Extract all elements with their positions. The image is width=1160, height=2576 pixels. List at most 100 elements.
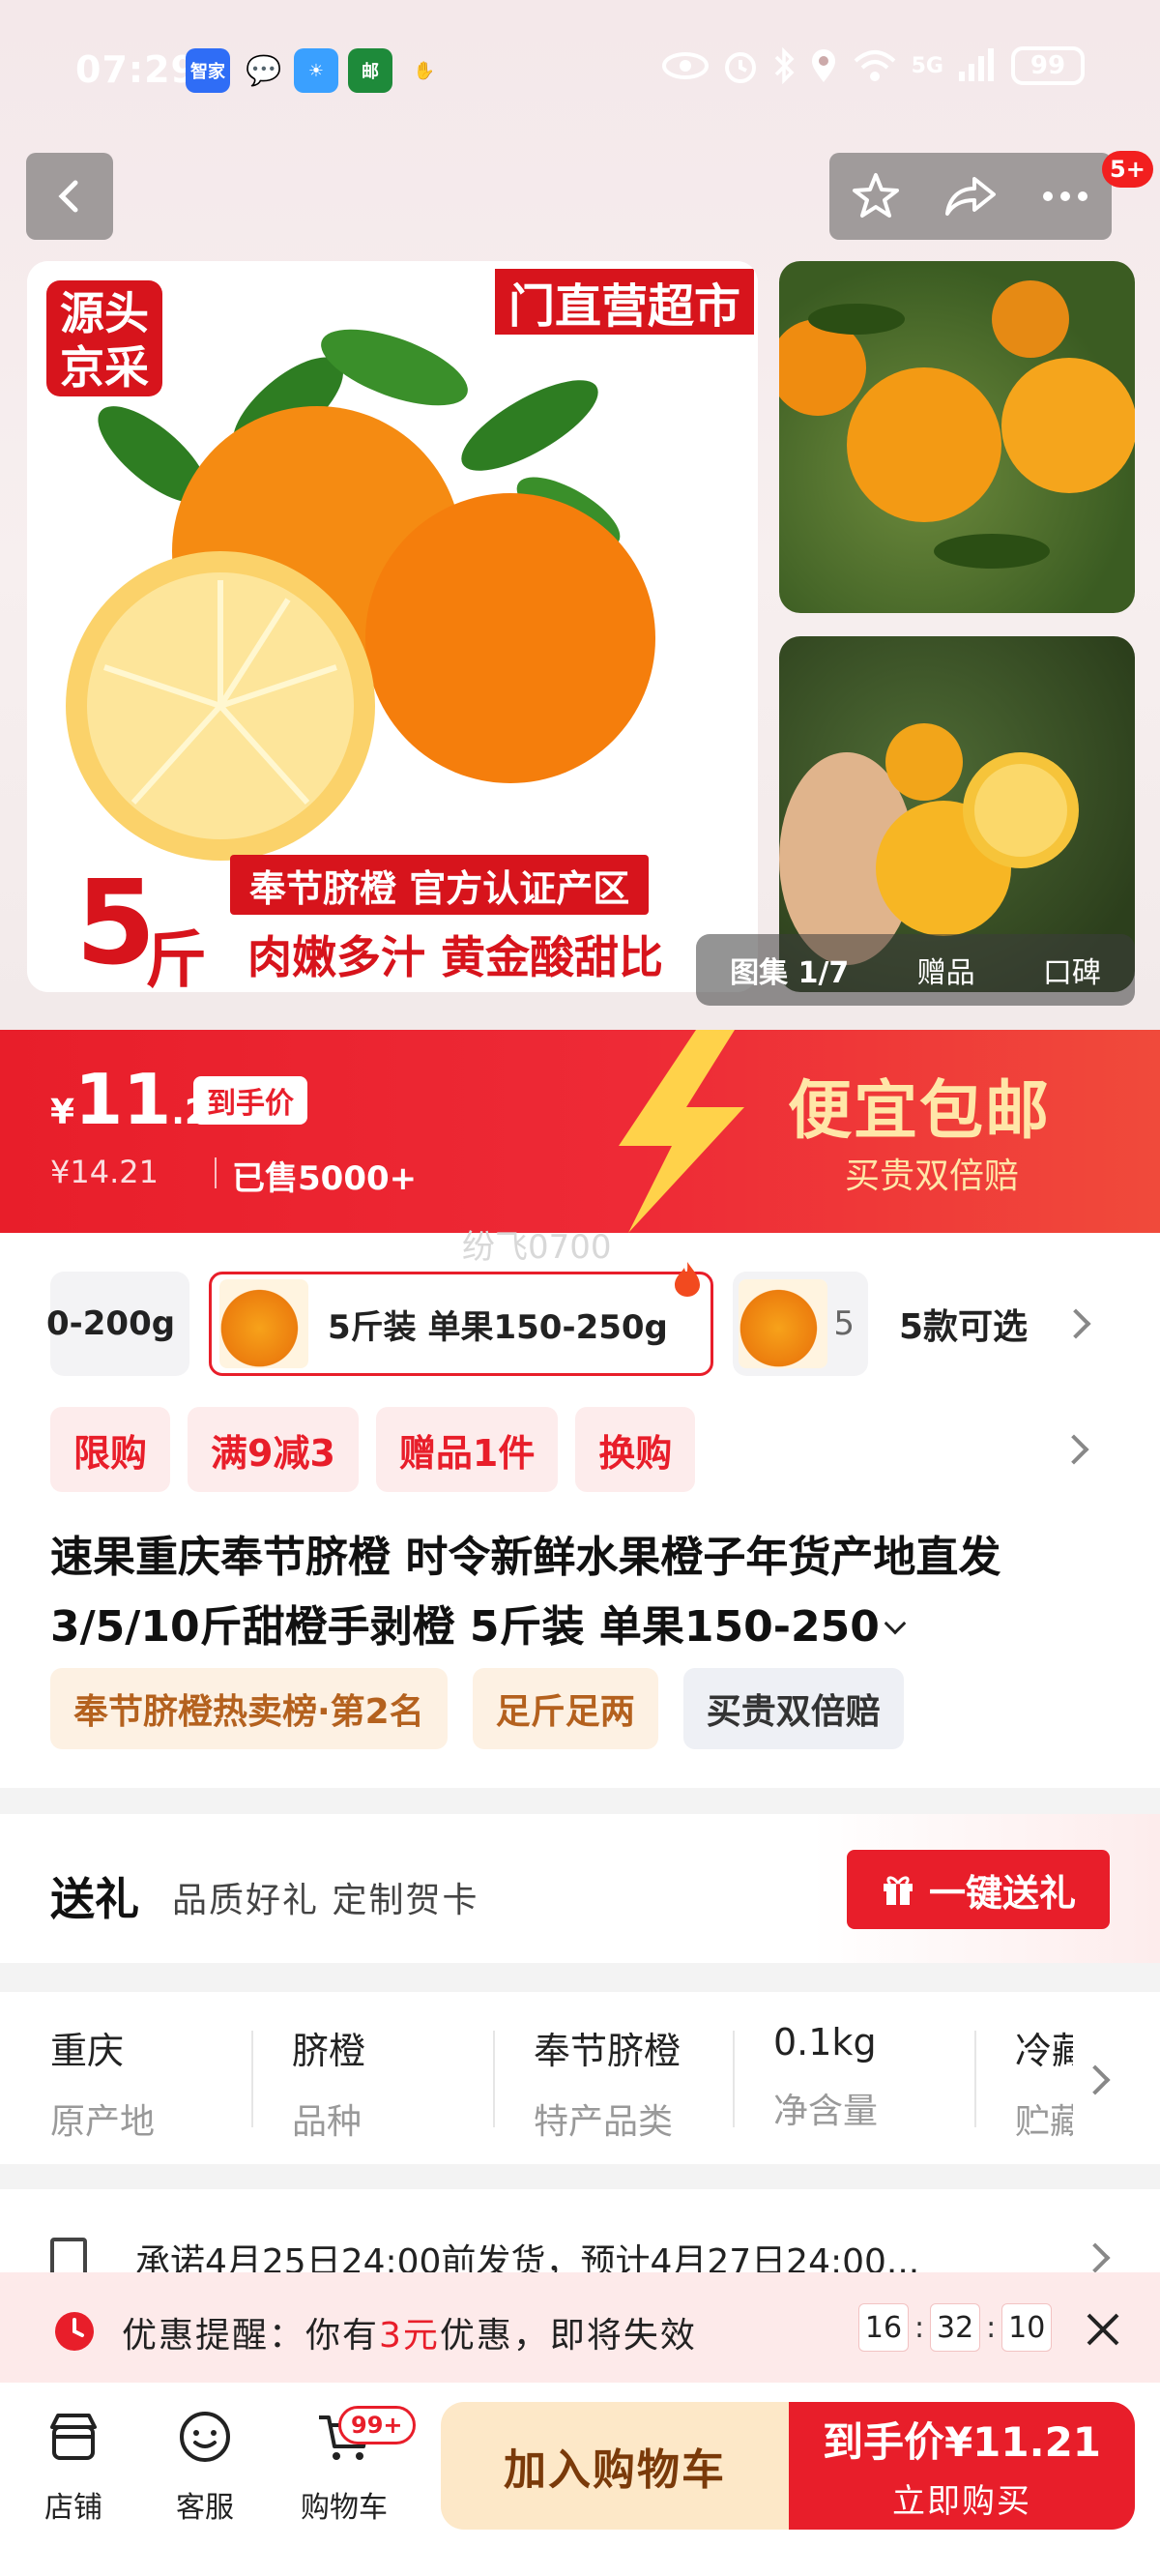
timer-hours: 16 bbox=[858, 2303, 909, 2352]
slogan: 肉嫩多汁 黄金酸甜比 bbox=[247, 931, 664, 983]
service-button[interactable]: 客服 bbox=[147, 2408, 263, 2526]
buy-now-button[interactable]: 到手价¥11.21 立即购买 bbox=[789, 2402, 1135, 2530]
tab-gallery[interactable]: 图集 1/7 bbox=[730, 949, 849, 991]
price-banner: ¥ 11 .21 到手价 ¥14.21 已售5000+ 便宜包邮 买贵双倍赔 bbox=[0, 1030, 1160, 1233]
sku-more[interactable]: 5款可选 bbox=[899, 1272, 1028, 1376]
promo-tag[interactable]: 限购 bbox=[50, 1407, 171, 1492]
postal-icon: 邮 bbox=[348, 48, 392, 93]
gift-card: 送礼 品质好礼 定制贺卡 一键送礼 bbox=[0, 1814, 1160, 1963]
sku-count-label: 5款可选 bbox=[899, 1307, 1029, 1347]
spec-divider bbox=[493, 2031, 495, 2127]
status-bar: 07:29 智家 💬 ☀ 邮 ✋ 5G 99 bbox=[0, 0, 1160, 145]
rank-tag[interactable]: 买贵双倍赔 bbox=[682, 1668, 904, 1749]
sku-option-2[interactable]: 5斤装 单果150-250g bbox=[209, 1272, 713, 1376]
timer-separator: : bbox=[986, 2310, 997, 2345]
promo-tag[interactable]: 满9减3 bbox=[188, 1407, 359, 1492]
price-integer: 11 bbox=[74, 1059, 172, 1140]
promo-tag[interactable]: 换购 bbox=[575, 1407, 696, 1492]
promo-tags[interactable]: 限购 满9减3 赠品1件 换购 bbox=[50, 1407, 696, 1492]
battery-indicator: 99 bbox=[1011, 46, 1085, 85]
status-right-icons: 5G 99 bbox=[661, 46, 1085, 85]
expand-chevron-icon[interactable] bbox=[884, 1612, 907, 1635]
spec-key: 净含量 bbox=[773, 2092, 879, 2131]
gift-subtitle: 品质好礼 定制贺卡 bbox=[172, 1881, 479, 1920]
coupon-reminder[interactable]: 优惠提醒：你有3元优惠，即将失效 16 : 32 : 10 bbox=[0, 2272, 1160, 2383]
close-icon[interactable] bbox=[1085, 2311, 1121, 2348]
sku-label: 5 bbox=[833, 1304, 855, 1343]
gallery-main-image[interactable]: 源头 京采 门直营超市 奉节脐橙 官方认证产区 5 斤 肉嫩多汁 黄金酸甜比 bbox=[27, 261, 758, 992]
rank-tag[interactable]: 奉节脐橙热卖榜·第2名 bbox=[50, 1668, 448, 1749]
sku-option-3[interactable]: 5 bbox=[733, 1272, 868, 1376]
alarm-clock-icon bbox=[55, 2312, 94, 2351]
buy-price-label: 到手价¥11.21 bbox=[822, 2418, 1102, 2466]
sku-thumb bbox=[739, 1279, 827, 1368]
gallery-tabs: 图集 1/7 赠品 口碑 bbox=[696, 934, 1135, 1006]
share-icon[interactable] bbox=[943, 173, 998, 220]
product-info-card: 0-200g 5斤装 单果150-250g 5 5款可选 限购 满9减3 赠品1… bbox=[0, 1233, 1160, 1788]
specs-card[interactable]: 重庆 原产地 脐橙 品种 奉节脐橙 特产品类 0.1kg 净含量 冷藏 贮藏 bbox=[0, 1992, 1160, 2164]
sku-label: 5斤装 单果150-250g bbox=[328, 1307, 668, 1347]
chevron-left-icon bbox=[58, 180, 78, 213]
gift-title: 送礼 bbox=[50, 1873, 139, 1925]
tab-reviews[interactable]: 口碑 bbox=[1043, 949, 1101, 991]
sku-selector: 0-200g 5斤装 单果150-250g 5 5款可选 bbox=[46, 1262, 1133, 1378]
alarm-icon bbox=[724, 52, 756, 83]
store-icon bbox=[50, 2414, 97, 2460]
direct-store-banner: 门直营超市 bbox=[494, 269, 754, 335]
sku-option-1[interactable]: 0-200g bbox=[46, 1272, 189, 1376]
chevron-right-icon bbox=[1080, 2242, 1111, 2273]
timer-minutes: 32 bbox=[930, 2303, 981, 2352]
promo-subtitle: 买贵双倍赔 bbox=[845, 1156, 1020, 1196]
tab-gift[interactable]: 赠品 bbox=[917, 949, 975, 991]
reminder-amount: 3元 bbox=[379, 2316, 440, 2356]
cart-count-badge: 99+ bbox=[338, 2406, 416, 2444]
product-title-text: 速果重庆奉节脐橙 时令新鲜水果橙子年货产地直发3/5/10斤甜橙手剥橙 5斤装 … bbox=[50, 1533, 1001, 1652]
reminder-text: 优惠提醒：你有3元优惠，即将失效 bbox=[122, 2307, 697, 2357]
watermark: 纷飞0700 bbox=[462, 1228, 612, 1267]
gift-icon bbox=[883, 1876, 913, 1905]
weight-number: 5 bbox=[75, 857, 157, 991]
spec-key: 品种 bbox=[292, 2102, 362, 2142]
reminder-suffix: 优惠，即将失效 bbox=[439, 2316, 697, 2356]
rank-tag[interactable]: 足斤足两 bbox=[472, 1668, 658, 1749]
back-button[interactable] bbox=[26, 153, 113, 240]
orange-tree-illustration bbox=[779, 280, 1135, 569]
spec-value: 冷藏 bbox=[1015, 2030, 1073, 2072]
gallery-thumb-tree[interactable] bbox=[779, 261, 1135, 613]
reminder-prefix: 优惠提醒：你有 bbox=[122, 2316, 380, 2356]
original-price: ¥14.21 bbox=[50, 1154, 159, 1190]
spec-item: 0.1kg 净含量 bbox=[773, 2021, 878, 2137]
wechat-icon: 💬 bbox=[246, 53, 282, 88]
chevron-right-icon[interactable] bbox=[1080, 2064, 1111, 2095]
lightning-icon bbox=[619, 1030, 744, 1233]
more-icon[interactable] bbox=[1040, 189, 1090, 204]
promo-tag[interactable]: 赠品1件 bbox=[375, 1407, 559, 1492]
spec-key: 特产品类 bbox=[534, 2102, 674, 2142]
sku-label: 0-200g bbox=[46, 1304, 176, 1343]
customer-service-icon bbox=[180, 2412, 230, 2462]
shipping-card[interactable]: 承诺4月25日24:00前发货，预计4月27日24:00... bbox=[0, 2189, 1160, 2286]
add-to-cart-button[interactable]: 加入购物车 bbox=[441, 2402, 789, 2530]
network-type: 5G bbox=[911, 53, 943, 78]
hot-flame-icon bbox=[675, 1262, 700, 1297]
send-gift-button[interactable]: 一键送礼 bbox=[847, 1850, 1110, 1929]
spec-divider bbox=[974, 2031, 976, 2127]
countdown-timer: 16 : 32 : 10 bbox=[858, 2303, 1053, 2352]
top-actions bbox=[829, 153, 1112, 240]
timer-seconds: 10 bbox=[1001, 2303, 1053, 2352]
weather-icon: ☀ bbox=[294, 48, 338, 93]
product-title[interactable]: 速果重庆奉节脐橙 时令新鲜水果橙子年货产地直发3/5/10斤甜橙手剥橙 5斤装 … bbox=[50, 1523, 1114, 1662]
spec-item: 重庆 原产地 bbox=[50, 2021, 155, 2142]
store-button[interactable]: 店铺 bbox=[15, 2408, 131, 2526]
sold-count: 已售5000+ bbox=[232, 1159, 418, 1198]
signal-icon bbox=[959, 48, 994, 81]
bluetooth-icon bbox=[774, 47, 795, 84]
status-time: 07:29 bbox=[75, 48, 197, 91]
spec-divider bbox=[251, 2031, 253, 2127]
location-icon bbox=[811, 49, 835, 82]
star-icon[interactable] bbox=[851, 171, 901, 221]
chevron-right-icon[interactable] bbox=[1058, 1434, 1089, 1465]
source-badge: 源头 京采 bbox=[46, 280, 162, 396]
cart-label: 购物车 bbox=[301, 2491, 388, 2525]
spec-value: 重庆 bbox=[50, 2030, 125, 2072]
